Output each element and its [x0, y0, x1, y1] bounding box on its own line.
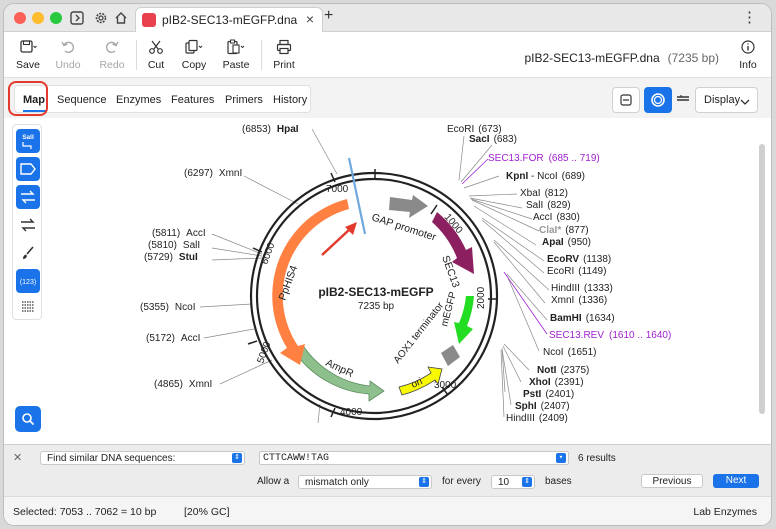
- find-query-input[interactable]: CTTCAWW!TAG ▾: [259, 451, 569, 465]
- next-button[interactable]: Next: [713, 474, 759, 488]
- site-label: AccI (830): [533, 212, 580, 223]
- aox1-terminator-label: AOX1 terminator: [392, 300, 447, 366]
- site-label: SphI (2407): [515, 401, 570, 412]
- mismatch-value: mismatch only: [305, 477, 369, 488]
- site-label: PstI (2401): [523, 389, 574, 400]
- next-label: Next: [725, 475, 747, 486]
- site-label: (4865) XmnI: [154, 379, 212, 390]
- gc-content: [20% GC]: [184, 506, 230, 518]
- site-label: (5810) SalI: [148, 240, 200, 251]
- find-query-value: CTTCAWW!TAG: [263, 453, 330, 464]
- site-label: KpnI - NcoI (689): [506, 171, 585, 182]
- primer-label: SEC13.FOR (685 .. 719): [488, 153, 600, 164]
- primer-label: SEC13.REV (1610 .. 1640): [549, 330, 671, 341]
- status-bar: Selected: 7053 .. 7062 = 10 bp [20% GC] …: [4, 496, 771, 525]
- site-label: HindIII (2409): [506, 413, 568, 424]
- close-find-icon[interactable]: ✕: [13, 451, 22, 464]
- selection-status: Selected: 7053 .. 7062 = 10 bp: [13, 506, 157, 518]
- site-label: (6297) XmnI: [184, 168, 242, 179]
- site-label: ApaI (950): [542, 237, 591, 248]
- site-label: BamHI (1634): [550, 313, 615, 324]
- site-label: (5811) AccI: [152, 228, 206, 239]
- site-label: (5355) NcoI: [140, 302, 195, 313]
- site-label: ClaI* (877): [539, 225, 589, 236]
- tick-4000: 4000: [340, 407, 363, 418]
- plasmid-length: 7235 bp: [358, 301, 395, 312]
- site-label: (5729) StuI: [144, 252, 198, 263]
- aox1-terminator-feature[interactable]: [441, 345, 460, 366]
- bases-count-value: 10: [498, 477, 510, 488]
- vertical-scrollbar[interactable]: [759, 144, 765, 414]
- gap-promoter-feature[interactable]: [389, 195, 428, 218]
- bases-label: bases: [545, 476, 572, 487]
- site-label: EcoRI (1149): [547, 266, 606, 277]
- for-every-label: for every: [442, 476, 481, 487]
- megfp-feature[interactable]: [454, 296, 474, 344]
- plasmid-map[interactable]: 1000 2000 3000 4000 5000 6000 7000 GAP p…: [4, 4, 771, 444]
- mismatch-select[interactable]: mismatch only ⇕: [298, 475, 432, 489]
- previous-label: Previous: [652, 476, 692, 487]
- primer-leader-lines: [461, 158, 548, 335]
- find-mode-value: Find similar DNA sequences:: [47, 453, 176, 464]
- allow-label: Allow a: [257, 476, 290, 487]
- gap-promoter-label: GAP promoter: [370, 211, 438, 243]
- tick-7000: 7000: [326, 184, 349, 195]
- selection-marker: [347, 157, 367, 235]
- stepper-icon: ⇕: [522, 477, 532, 487]
- find-results-count: 6 results: [578, 453, 616, 464]
- site-label: EcoRV (1138): [547, 254, 611, 265]
- stepper-icon: ⇕: [419, 477, 429, 487]
- enzyme-set-selector[interactable]: Lab Enzymes: [693, 506, 757, 518]
- annotation-arrow: [321, 228, 351, 256]
- stepper-icon: ⇕: [232, 453, 242, 463]
- find-mode-select[interactable]: Find similar DNA sequences: ⇕: [40, 451, 245, 465]
- tick-2000: 2000: [476, 286, 487, 309]
- find-panel: ✕ Find similar DNA sequences: ⇕ CTTCAWW!…: [4, 444, 771, 496]
- site-label: XhoI (2391): [529, 377, 584, 388]
- site-label: XmnI (1336): [551, 295, 607, 306]
- plasmid-name: pIB2-SEC13-mEGFP: [318, 285, 433, 299]
- site-label: SacI (683): [469, 134, 517, 145]
- site-label: NcoI (1651): [543, 347, 596, 358]
- query-dropdown-icon[interactable]: ▾: [556, 453, 566, 463]
- previous-button[interactable]: Previous: [641, 474, 703, 488]
- bases-count-select[interactable]: 10 ⇕: [491, 475, 535, 489]
- site-label: (6853) HpaI: [242, 124, 299, 135]
- app-window: pIB2-SEC13-mEGFP.dna × + ⋮ Save Undo Red…: [4, 4, 771, 525]
- site-label: NotI (2375): [537, 365, 589, 376]
- right-site-labels: EcoRI (673) SacI (683) SEC13.FOR (685 .. 71…: [447, 124, 671, 424]
- left-site-labels: (6853) HpaI (6297) XmnI (5811) AccI (5810) S…: [140, 124, 299, 390]
- site-label: XbaI (812): [520, 188, 568, 199]
- site-label: SalI (829): [526, 200, 571, 211]
- site-label: HindIII (1333): [551, 283, 613, 294]
- site-label: (5172) AccI: [146, 333, 200, 344]
